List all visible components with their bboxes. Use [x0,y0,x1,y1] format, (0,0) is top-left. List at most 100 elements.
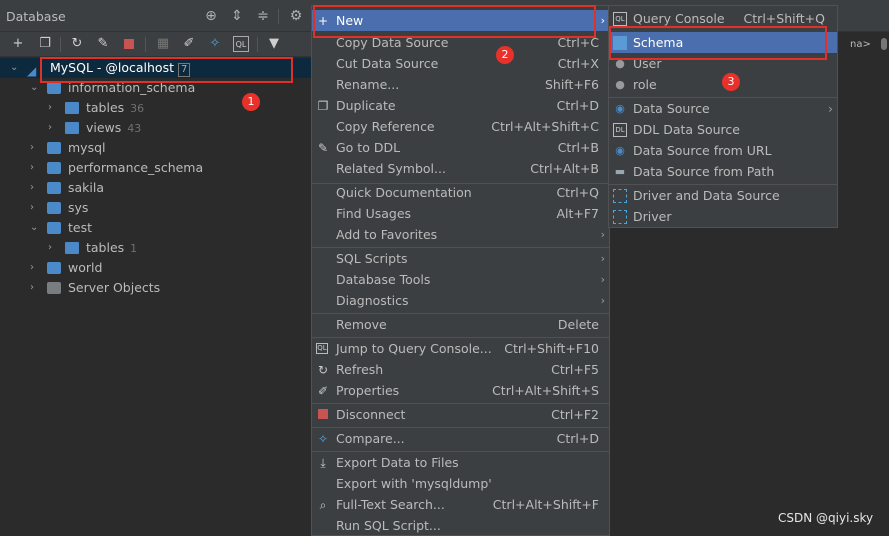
menu-item-full-text-search[interactable]: ⌕ Full-Text Search... Ctrl+Alt+Shift+F [312,494,609,515]
submenu-arrow-icon: › [600,252,605,265]
chevron-right-icon[interactable]: › [48,98,60,118]
menu-item-label: Full-Text Search... [336,497,445,512]
menu-item-rename[interactable]: Rename... Shift+F6 [312,74,609,95]
submenu-item-data-source-from-url[interactable]: ◉ Data Source from URL [609,140,837,161]
query-console-icon: QL [613,12,627,26]
filter-icon[interactable]: ▼ [266,36,282,52]
tree-item-label: world [68,260,103,275]
tree-item-world[interactable]: › world [0,258,312,278]
chevron-down-icon[interactable]: ⌄ [10,58,22,78]
menu-item-shortcut: Ctrl+Q [556,185,599,200]
tree-item-performance-schema[interactable]: › performance_schema [0,158,312,178]
tree-item-server-objects[interactable]: › Server Objects [0,278,312,298]
menu-item-properties[interactable]: ✐ Properties Ctrl+Alt+Shift+S [312,380,609,401]
menu-item-shortcut: Delete [557,317,599,332]
submenu-item-label: Data Source from Path [633,164,775,179]
menu-item-database-tools[interactable]: Database Tools › [312,269,609,290]
menu-item-label: Add to Favorites [336,227,438,242]
menu-item-label: Refresh [336,362,384,377]
chevron-right-icon[interactable]: › [30,178,42,198]
menu-item-label: Disconnect [336,407,406,422]
menu-item-label: Export with 'mysqldump' [336,476,492,491]
chevron-right-icon[interactable]: › [30,278,42,298]
menu-item-label: Export Data to Files [336,455,459,470]
submenu-item-ddl-data-source[interactable]: DL DDL Data Source [609,119,837,140]
menu-item-export-data-to-files[interactable]: ⤓ Export Data to Files [312,452,609,473]
chevron-right-icon[interactable]: › [30,258,42,278]
tree-item-label: tables 1 [86,238,137,259]
menu-item-label: Copy Reference [336,119,435,134]
menu-item-quick-documentation[interactable]: Quick Documentation Ctrl+Q [312,182,609,203]
driver-icon [613,210,627,224]
menu-item-related-symbol[interactable]: Related Symbol... Ctrl+Alt+B [312,158,609,179]
stop-icon [316,408,330,422]
menu-item-shortcut: Ctrl+F5 [551,362,599,377]
query-console-icon[interactable]: QL [233,36,249,52]
menu-item-go-to-ddl[interactable]: ✎ Go to DDL Ctrl+B [312,137,609,158]
edit-icon[interactable]: ✐ [181,36,197,52]
menu-item-disconnect[interactable]: Disconnect Ctrl+F2 [312,404,609,425]
expand-all-icon[interactable]: ⇕ [228,7,246,25]
chevron-right-icon[interactable]: › [48,118,60,138]
chevron-right-icon[interactable]: › [30,138,42,158]
gear-icon[interactable]: ⚙ [287,7,305,25]
editor-schema-selector[interactable]: na> [850,39,871,50]
menu-item-sql-scripts[interactable]: SQL Scripts › [312,248,609,269]
chevron-right-icon[interactable]: › [48,238,60,258]
tree-item-sakila[interactable]: › sakila [0,178,312,198]
menu-item-refresh[interactable]: ↻ Refresh Ctrl+F5 [312,359,609,380]
chevron-right-icon[interactable]: › [30,158,42,178]
refresh-icon[interactable]: ↻ [69,36,85,52]
stop-icon[interactable] [121,36,137,52]
menu-item-diagnostics[interactable]: Diagnostics › [312,290,609,311]
menu-item-remove[interactable]: Remove Delete [312,314,609,335]
menu-item-add-to-favorites[interactable]: Add to Favorites › [312,224,609,245]
menu-item-find-usages[interactable]: Find Usages Alt+F7 [312,203,609,224]
collapse-all-icon[interactable]: ≑ [254,7,272,25]
annotation-marker-1: 1 [242,93,260,111]
compare-icon[interactable]: ✧ [207,36,223,52]
add-icon[interactable]: + [10,36,26,52]
menu-item-copy-reference[interactable]: Copy Reference Ctrl+Alt+Shift+C [312,116,609,137]
compare-icon: ✧ [317,432,329,446]
tree-item-label: test [68,220,93,235]
properties-icon[interactable]: ✎ [95,36,111,52]
menu-item-cut-data-source[interactable]: Cut Data Source Ctrl+X [312,53,609,74]
copy-icon[interactable]: ❐ [37,36,53,52]
submenu-item-data-source[interactable]: ◉ Data Source › [609,98,837,119]
submenu-item-label: Data Source from URL [633,143,772,158]
submenu-arrow-icon: › [828,101,833,116]
menu-item-duplicate[interactable]: ❐ Duplicate Ctrl+D [312,95,609,116]
tree-item-label: mysql [68,140,106,155]
toggle-icon[interactable] [881,38,887,50]
tree-item-test-tables[interactable]: › tables 1 [0,238,312,258]
tree-item-views[interactable]: › views 43 [0,118,312,138]
annotation-marker-3: 3 [722,73,740,91]
submenu-item-driver-and-data-source[interactable]: Driver and Data Source [609,185,837,206]
crosshair-icon[interactable]: ⊕ [202,7,220,25]
menu-item-compare[interactable]: ✧ Compare... Ctrl+D [312,428,609,449]
table-icon[interactable]: ▦ [155,36,171,52]
menu-item-shortcut: Ctrl+Shift+F10 [504,341,599,356]
menu-item-jump-to-query-console[interactable]: QL Jump to Query Console... Ctrl+Shift+F10 [312,338,609,359]
menu-item-label: Compare... [336,431,405,446]
submenu-arrow-icon: › [600,228,605,241]
tree-item-tables[interactable]: › tables 36 [0,98,312,118]
menu-item-run-sql-script[interactable]: Run SQL Script... [312,515,609,536]
label-text: tables [86,100,125,115]
submenu-item-data-source-from-path[interactable]: ▬ Data Source from Path [609,161,837,182]
tree-item-sys[interactable]: › sys [0,198,312,218]
chevron-down-icon[interactable]: ⌄ [30,218,42,238]
menu-item-export-with-mysqldump[interactable]: Export with 'mysqldump' [312,473,609,494]
schema-icon [47,202,61,214]
export-icon: ⤓ [320,456,326,470]
chevron-right-icon[interactable]: › [30,198,42,218]
server-objects-icon [47,282,61,294]
tree-item-test[interactable]: ⌄ test [0,218,312,238]
query-console-icon: QL [316,343,328,354]
menu-item-shortcut: Ctrl+Alt+Shift+F [492,497,599,512]
submenu-item-driver[interactable]: Driver [609,206,837,227]
submenu-item-label: Driver and Data Source [633,188,780,203]
data-source-icon: ◉ [615,102,625,115]
tree-item-mysql[interactable]: › mysql [0,138,312,158]
